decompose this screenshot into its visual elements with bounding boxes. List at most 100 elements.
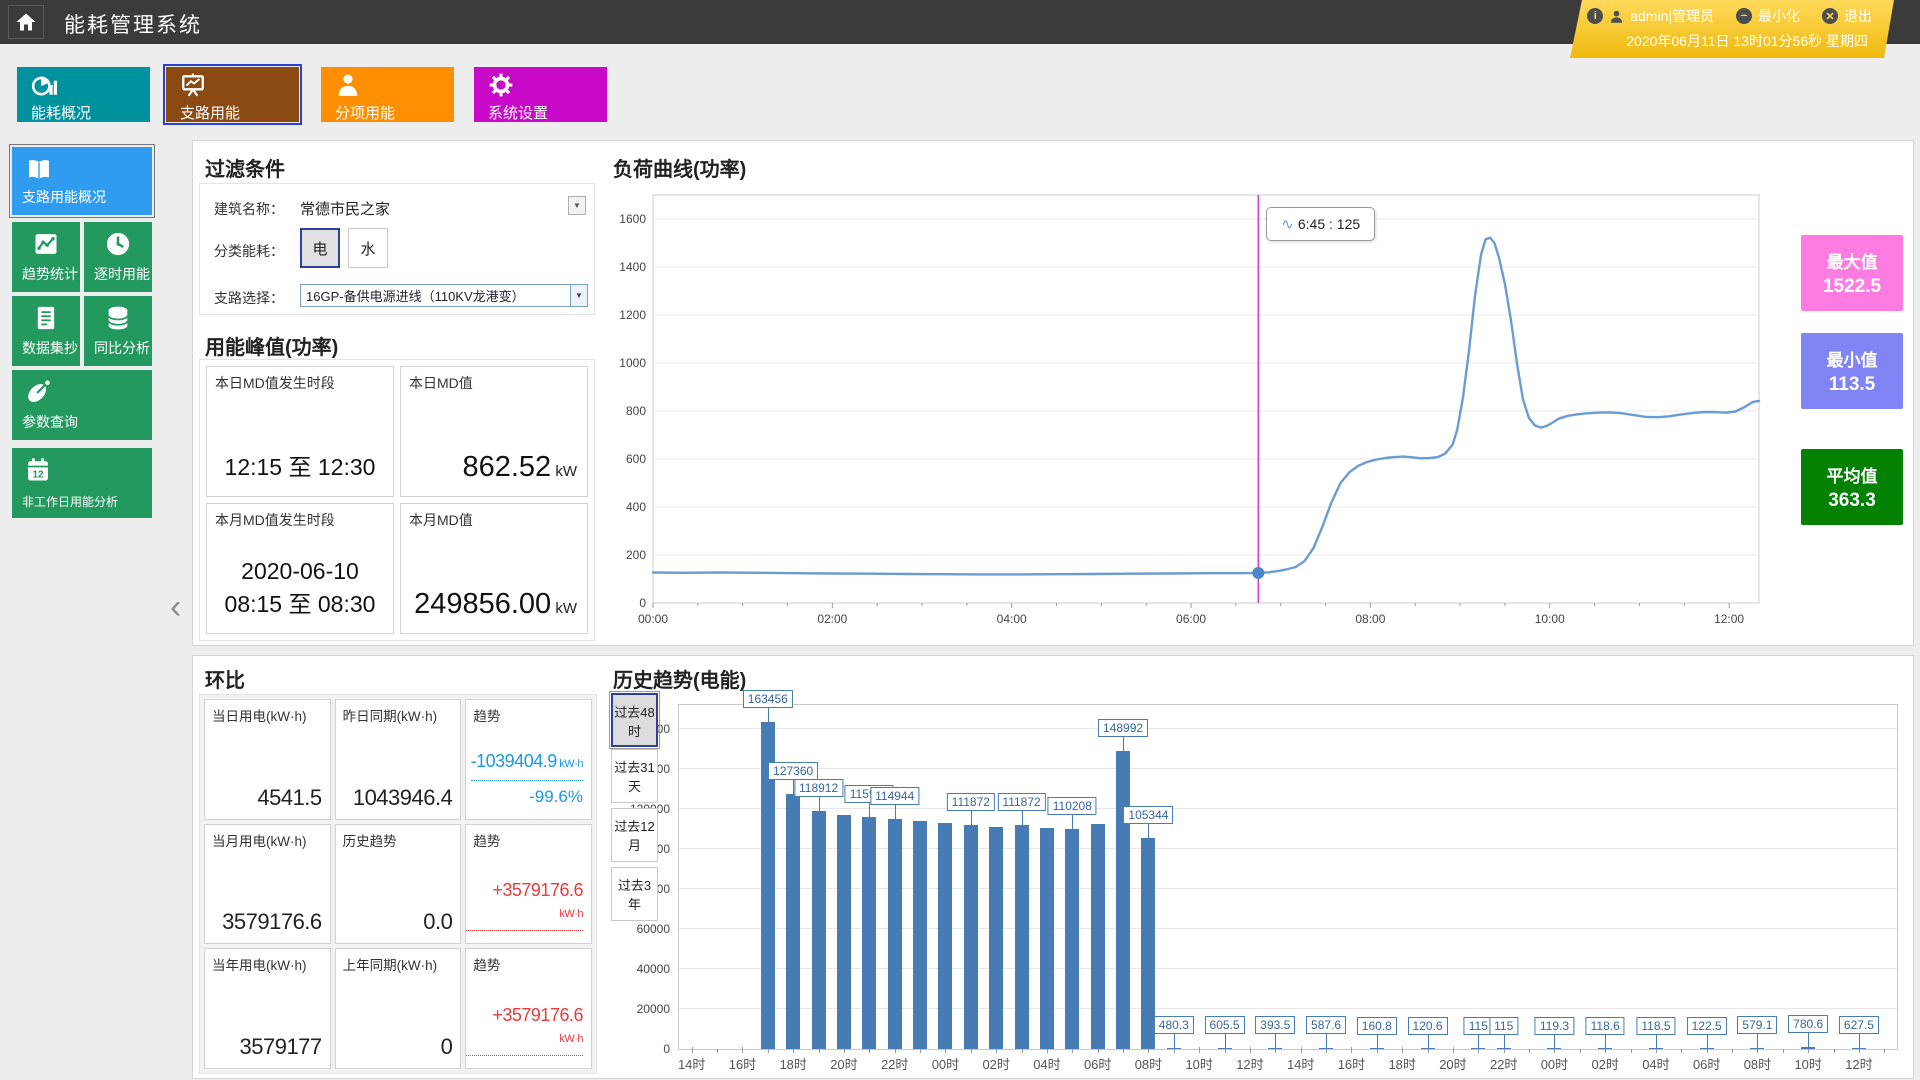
sidebar-item-7[interactable]: 12非工作日用能分析 [12, 448, 152, 518]
energy-label: 分类能耗： [214, 241, 284, 261]
bar-label-connector [819, 797, 820, 811]
sidebar: 支路用能概况趋势统计逐时用能数据集抄同比分析参数查询 12非工作日用能分析 [12, 147, 152, 747]
module-tab-4[interactable]: 系统设置 [474, 67, 607, 122]
huanbi-cell-label: 当日用电(kW·h) [212, 705, 307, 725]
stat-card-value: 113.5 [1801, 374, 1903, 396]
bar-x-tick-label: 14时 [1287, 1054, 1314, 1073]
md-card-unit: kW [551, 463, 577, 480]
huanbi-cell-label: 昨日同期(kW·h) [343, 705, 438, 725]
md-card-value2: 08:15 至 08:30 [207, 585, 393, 619]
module-tab-3[interactable]: 分项用能 [321, 67, 454, 122]
gear-icon [488, 72, 607, 100]
bar[interactable] [1040, 828, 1054, 1049]
close-icon[interactable]: ✕ [1822, 8, 1838, 24]
bar-value-label: 780.6 [1788, 1015, 1828, 1033]
trend-tab-1[interactable]: 过去48时 [611, 693, 658, 747]
branch-select-value: 16GP-备供电源进线（110KV龙港变） [306, 286, 525, 305]
sidebar-item-6[interactable]: 参数查询 [12, 370, 152, 440]
svg-text:1200: 1200 [619, 308, 646, 322]
energy-option-electric[interactable]: 电 [300, 228, 340, 268]
bar-value-label: 111872 [997, 793, 1045, 811]
bar-x-tick-label: 18时 [1388, 1054, 1415, 1073]
sidebar-item-4[interactable]: 数据集抄 [12, 296, 80, 366]
bar-x-tick-label: 10时 [1794, 1054, 1821, 1073]
bar[interactable] [1015, 825, 1029, 1049]
bar-x-tick [1377, 1049, 1378, 1053]
bar[interactable] [938, 823, 952, 1049]
bar[interactable] [1065, 829, 1079, 1049]
bar-value-label: 480.3 [1154, 1016, 1194, 1034]
bar-label-connector [1225, 1034, 1226, 1048]
module-tab-2[interactable]: 支路用能 [166, 67, 299, 122]
bar-x-tick-label: 06时 [1084, 1054, 1111, 1073]
bar[interactable] [837, 815, 851, 1049]
bar-value-label: 118.6 [1586, 1017, 1625, 1035]
bar[interactable] [1801, 1047, 1815, 1049]
book-icon [24, 155, 54, 185]
user-icon [1609, 9, 1624, 24]
bar-x-tick [869, 1049, 870, 1053]
trend-tab-3[interactable]: 过去12月 [611, 808, 658, 862]
bar[interactable] [913, 821, 927, 1049]
person-icon [335, 72, 454, 100]
building-dropdown-arrow-icon[interactable]: ▼ [568, 196, 586, 215]
huanbi-cell-1: 当日用电(kW·h)4541.5 [204, 699, 331, 820]
sidebar-item-1[interactable]: 支路用能概况 [12, 147, 152, 215]
bar-value-label: 120.6 [1408, 1017, 1448, 1035]
building-combobox[interactable]: 常德市民之家 [300, 198, 390, 219]
bar[interactable] [888, 819, 902, 1049]
bar[interactable] [964, 825, 978, 1049]
line-chart[interactable]: 0200400600800100012001400160000:0002:000… [603, 181, 1791, 641]
trend-tab-4[interactable]: 过去3年 [611, 867, 658, 921]
filter-title: 过滤条件 [205, 153, 285, 182]
trend-tab-2[interactable]: 过去31天 [611, 749, 658, 803]
bar-y-tick-label: 20000 [637, 1002, 670, 1016]
bar[interactable] [1116, 751, 1130, 1049]
module-tab-label: 系统设置 [488, 102, 607, 123]
huanbi-trend-value: -1039404.9 kW·h [471, 751, 583, 781]
bar[interactable] [812, 811, 826, 1049]
md-card-label: 本月MD值 [409, 510, 473, 530]
bar[interactable] [989, 827, 1003, 1049]
branch-select-arrow-icon: ▼ [570, 285, 587, 306]
stat-card-label: 平均值 [1801, 462, 1903, 487]
home-icon[interactable] [8, 5, 44, 39]
bar-x-tick [971, 1049, 972, 1053]
sidebar-item-2[interactable]: 趋势统计 [12, 222, 80, 292]
sidebar-item-3[interactable]: 逐时用能 [84, 222, 152, 292]
module-tab-1[interactable]: 能耗概况 [17, 67, 150, 122]
huanbi-trend-value: +3579176.6 kW·h [466, 1005, 583, 1056]
bar-label-connector [1123, 737, 1124, 751]
bar-label-connector [1478, 1035, 1479, 1049]
sidebar-item-label: 参数查询 [22, 412, 146, 432]
sidebar-item-5[interactable]: 同比分析 [84, 296, 152, 366]
minimize-label[interactable]: 最小化 [1758, 6, 1800, 26]
sidebar-item-label: 数据集抄 [22, 338, 74, 358]
bar-label-connector [1428, 1035, 1429, 1049]
bar[interactable] [862, 817, 876, 1049]
bar-x-tick-label: 16时 [729, 1054, 756, 1073]
svg-text:10:00: 10:00 [1535, 612, 1565, 626]
huanbi-trend: -1039404.9 kW·h-99.6% [471, 751, 583, 807]
bar-x-tick-label: 00时 [932, 1054, 959, 1073]
bar[interactable] [786, 794, 800, 1049]
logout-label[interactable]: 退出 [1844, 6, 1872, 26]
svg-text:04:00: 04:00 [997, 612, 1027, 626]
bar-x-tick-label: 14时 [678, 1054, 705, 1073]
bar-x-tick-label: 00时 [1541, 1054, 1568, 1073]
collapse-sidebar-handle[interactable]: ‹ [170, 590, 181, 624]
sidebar-item-label: 逐时用能 [94, 264, 146, 284]
md-card-4: 本月MD值249856.00 kW [400, 503, 588, 634]
bar-value-label: 148992 [1098, 719, 1148, 737]
app-header: 能耗管理系统 i admin|管理员 − 最小化 ✕ 退出 2020年06月11… [0, 0, 1920, 44]
bar-x-tick [1783, 1049, 1784, 1053]
md-card-value: 862.52 kW [462, 451, 577, 484]
bar-label-connector [1326, 1034, 1327, 1048]
bar[interactable] [1091, 824, 1105, 1049]
huanbi-cell-value: 0.0 [423, 909, 452, 935]
energy-option-water[interactable]: 水 [348, 228, 388, 268]
info-icon[interactable]: i [1587, 8, 1603, 24]
branch-select[interactable]: 16GP-备供电源进线（110KV龙港变） ▼ [300, 284, 588, 307]
minimize-icon[interactable]: − [1736, 8, 1752, 24]
bar-chart-plot[interactable]: 2000040000600008000010000012000014000016… [678, 704, 1898, 1050]
